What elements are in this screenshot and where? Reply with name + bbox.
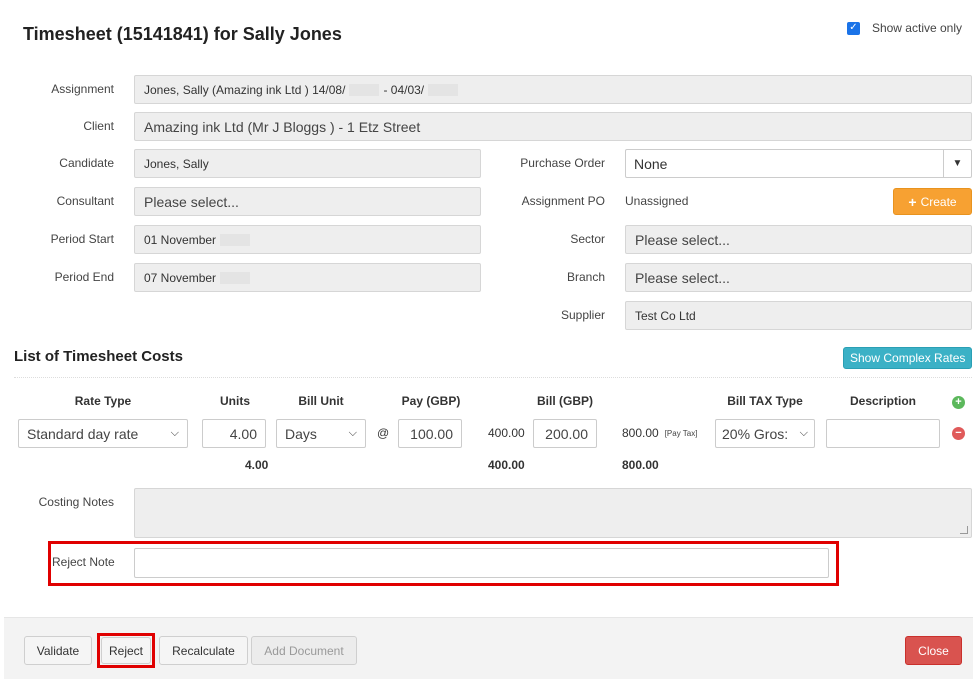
purchase-order-label: Purchase Order	[520, 156, 605, 170]
redacted-block	[220, 271, 251, 284]
col-rate-type: Rate Type	[74, 394, 132, 408]
assignment-value-start: Jones, Sally (Amazing ink Ltd ) 14/08/	[144, 82, 346, 97]
assignment-field: Jones, Sally (Amazing ink Ltd ) 14/08/ -…	[134, 75, 972, 104]
costing-notes-label: Costing Notes	[38, 495, 114, 509]
show-active-only-toggle[interactable]: ✓ Show active only	[846, 21, 962, 35]
create-po-button[interactable]: + Create	[893, 188, 972, 215]
bill-input[interactable]: 200.00	[533, 419, 597, 448]
consultant-label: Consultant	[56, 194, 114, 208]
pay-grand-total: 400.00	[488, 458, 525, 472]
pay-tax-note: [Pay Tax]	[664, 428, 698, 438]
reject-note-label: Reject Note	[52, 555, 115, 569]
page-title: Timesheet (15141841) for Sally Jones	[23, 24, 342, 44]
period-end-value: 07 November	[144, 270, 217, 285]
period-start-label: Period Start	[50, 232, 114, 246]
col-bill-unit: Bill Unit	[298, 394, 344, 408]
divider	[14, 377, 972, 378]
bill-unit-select[interactable]: Days ⌵	[276, 419, 366, 448]
period-start-field: 01 November	[134, 225, 481, 254]
purchase-order-value: None	[634, 155, 668, 172]
reject-note-input[interactable]	[134, 548, 829, 578]
pay-total: 400.00	[488, 426, 525, 440]
col-pay: Pay (GBP)	[401, 394, 461, 408]
assignment-po-value: Unassigned	[625, 194, 689, 208]
close-button[interactable]: Close	[905, 636, 962, 665]
candidate-field: Jones, Sally	[134, 149, 481, 178]
bill-grand-total: 800.00	[622, 458, 659, 472]
costs-section-title: List of Timesheet Costs	[14, 348, 183, 365]
redacted-block	[428, 83, 459, 96]
sector-select[interactable]: Please select...	[625, 225, 972, 254]
validate-button[interactable]: Validate	[24, 636, 92, 665]
tax-type-value: 20% Gros:	[722, 425, 789, 442]
col-description: Description	[849, 394, 916, 408]
show-complex-rates-button[interactable]: Show Complex Rates	[843, 347, 973, 369]
period-start-value: 01 November	[144, 232, 217, 247]
candidate-label: Candidate	[59, 156, 114, 170]
recalculate-button[interactable]: Recalculate	[159, 636, 248, 665]
costing-notes-textarea[interactable]	[134, 488, 972, 538]
client-label: Client	[83, 119, 114, 133]
branch-select[interactable]: Please select...	[625, 263, 972, 292]
sector-label: Sector	[570, 232, 605, 246]
plus-icon: +	[908, 193, 917, 210]
rate-type-value: Standard day rate	[27, 425, 139, 442]
add-document-button[interactable]: Add Document	[251, 636, 357, 665]
purchase-order-select[interactable]: None ▼	[625, 149, 972, 178]
description-input[interactable]	[826, 419, 940, 448]
units-total: 4.00	[245, 458, 269, 472]
create-label: Create	[920, 194, 957, 209]
supplier-label: Supplier	[560, 308, 605, 322]
add-row-icon[interactable]: +	[952, 396, 965, 409]
resize-handle-icon[interactable]	[960, 526, 968, 534]
chevron-down-icon: ⌵	[348, 427, 357, 439]
rate-type-select[interactable]: Standard day rate ⌵	[18, 419, 188, 448]
reject-button[interactable]: Reject	[101, 637, 151, 664]
checkbox-checked-icon[interactable]: ✓	[846, 21, 860, 35]
units-input[interactable]: 4.00	[202, 419, 266, 448]
col-bill-tax-type: Bill TAX Type	[727, 394, 803, 408]
col-bill: Bill (GBP)	[537, 394, 593, 408]
client-field: Amazing ink Ltd (Mr J Bloggs ) - 1 Etz S…	[134, 112, 972, 141]
branch-label: Branch	[566, 270, 605, 284]
period-end-field: 07 November	[134, 263, 481, 292]
remove-row-icon[interactable]: −	[952, 427, 965, 440]
tax-type-select[interactable]: 20% Gros: ⌵	[715, 419, 815, 448]
chevron-down-icon: ⌵	[170, 427, 179, 439]
bill-unit-value: Days	[285, 425, 317, 442]
pay-input[interactable]: 100.00	[398, 419, 462, 448]
period-end-label: Period End	[54, 270, 114, 284]
bill-total-cell: 800.00 [Pay Tax]	[622, 426, 697, 440]
assignment-po-label: Assignment PO	[521, 194, 605, 208]
bill-total: 800.00	[622, 426, 659, 440]
col-units: Units	[220, 394, 250, 408]
consultant-select[interactable]: Please select...	[134, 187, 481, 216]
assignment-label: Assignment	[51, 82, 114, 96]
redacted-block	[220, 233, 251, 246]
show-active-only-label: Show active only	[871, 21, 962, 35]
at-symbol: @	[377, 426, 390, 440]
assignment-value-end: - 04/03/	[383, 82, 425, 97]
supplier-field: Test Co Ltd	[625, 301, 972, 330]
chevron-down-icon: ⌵	[799, 427, 808, 439]
caret-down-icon[interactable]: ▼	[943, 150, 971, 177]
redacted-block	[349, 83, 380, 96]
